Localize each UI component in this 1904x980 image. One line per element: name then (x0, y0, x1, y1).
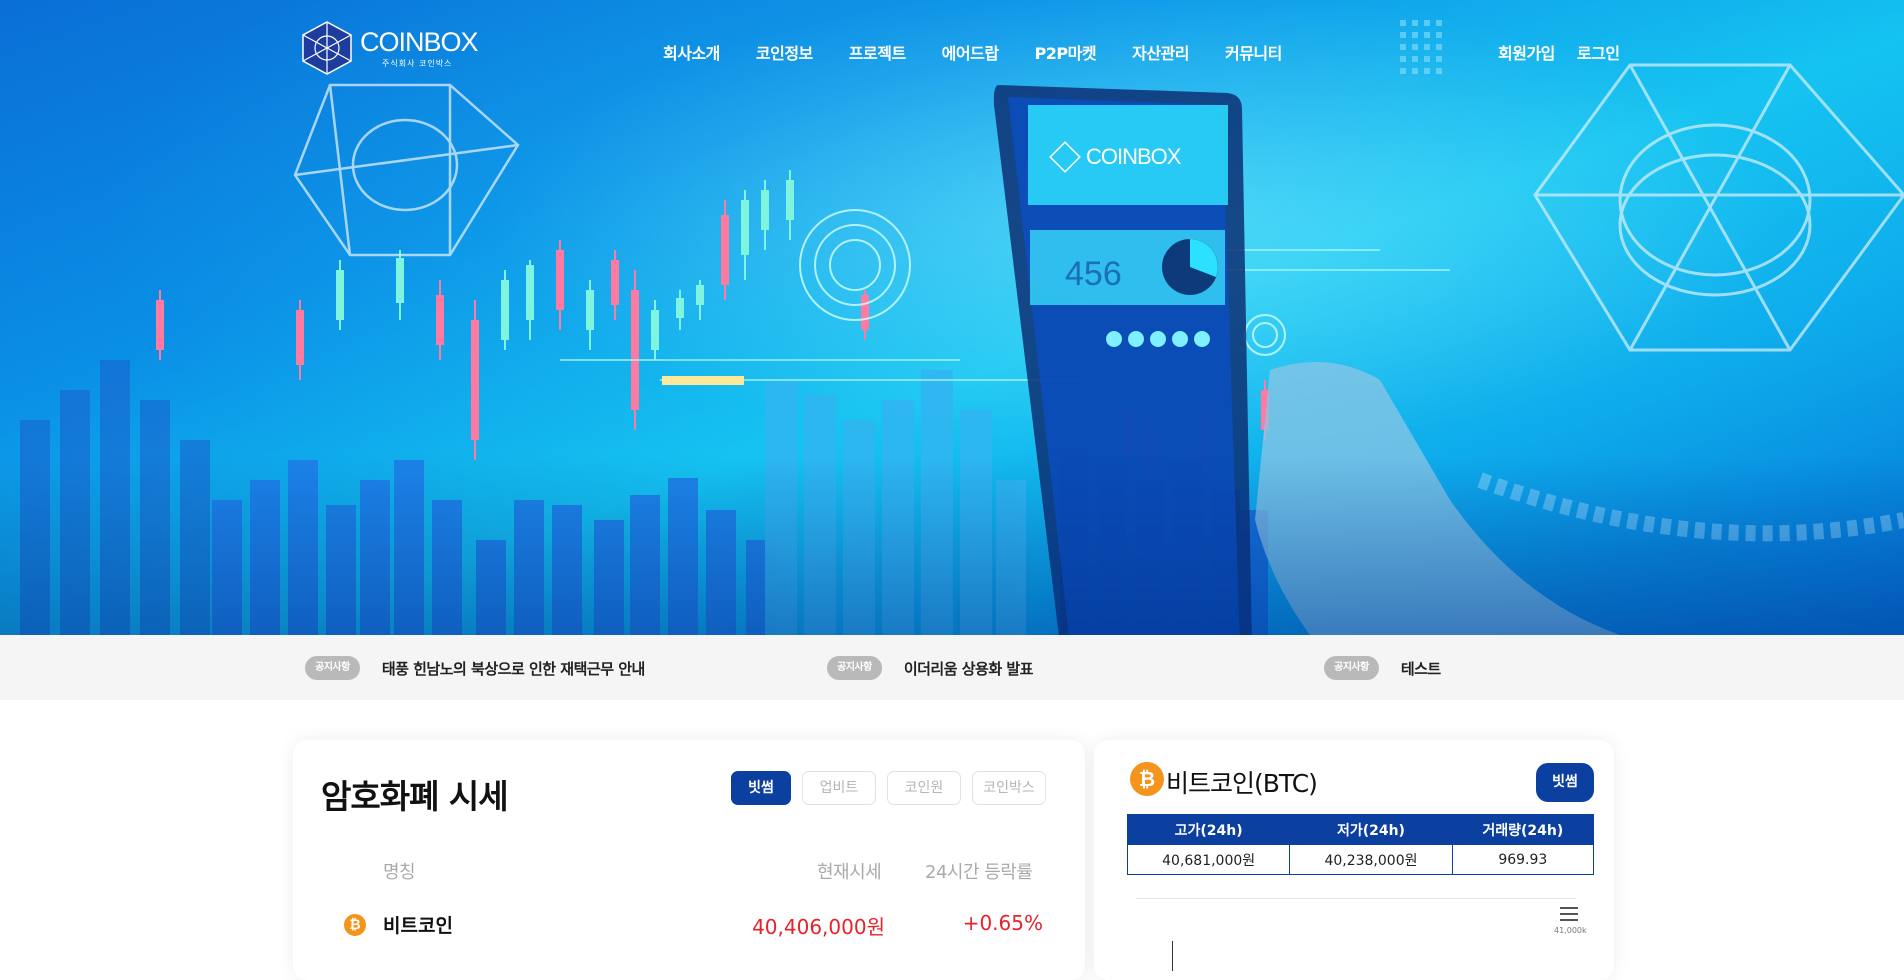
notice-text: 테스트 (1400, 659, 1441, 678)
decorative-cube-left (293, 83, 520, 257)
notice-badge: 공지사항 (827, 656, 882, 680)
phone-screen-brand-text: COINBOX (1086, 144, 1181, 169)
coin-name: 비트코인 (383, 915, 453, 937)
column-header-name: 명칭 (383, 862, 416, 883)
nav-item-coin-info[interactable]: 코인정보 (756, 40, 813, 64)
notice-item[interactable]: 공지사항 태풍 힌남노의 북상으로 인한 재택근무 안내 (305, 656, 645, 680)
notice-text: 이더리움 상용화 발표 (903, 659, 1034, 678)
signup-link[interactable]: 회원가입 (1498, 40, 1555, 64)
notice-text: 태풍 힌남노의 북상으로 인한 재택근무 안내 (381, 659, 646, 678)
coinbox-logo-icon (302, 21, 352, 75)
hero-bottom-shade (0, 455, 1904, 635)
notice-item[interactable]: 공지사항 이더리움 상용화 발표 (827, 656, 1033, 680)
value-low-24h: 40,238,000원 (1289, 844, 1453, 875)
notice-item[interactable]: 공지사항 테스트 (1324, 656, 1441, 680)
btc-stats-value-row: 40,681,000원 40,238,000원 969.93 (1126, 844, 1595, 875)
header-low-24h: 저가(24h) (1289, 814, 1453, 845)
chart-y-tick-label: 41,000k (1554, 926, 1587, 935)
chart-top-border (1136, 898, 1576, 899)
chart-menu-icon[interactable] (1560, 906, 1578, 922)
tab-upbit[interactable]: 업비트 (802, 771, 876, 805)
nav-item-project[interactable]: 프로젝트 (849, 40, 906, 64)
price-panel-title: 암호화폐 시세 (321, 777, 509, 816)
auth-links: 회원가입 로그인 (1498, 40, 1642, 64)
value-volume-24h: 969.93 (1451, 844, 1595, 875)
decorative-cube-right (1533, 63, 1904, 352)
tab-coinbox[interactable]: 코인박스 (972, 771, 1046, 805)
phone-screen-number: 456 (1065, 255, 1122, 293)
logo-name: COINBOX (360, 26, 479, 57)
header-volume-24h: 거래량(24h) (1451, 814, 1595, 845)
btc-detail-panel: ₿ 비트코인(BTC) 빗썸 고가(24h) 저가(24h) 거래량(24h) … (1094, 740, 1614, 980)
notice-badge: 공지사항 (1324, 656, 1379, 680)
login-link[interactable]: 로그인 (1577, 40, 1620, 64)
coinbox-logo[interactable]: COINBOX 주식회사 코인박스 (300, 20, 479, 76)
logo-subtitle: 주식회사 코인박스 (382, 58, 453, 68)
crypto-price-panel: 암호화폐 시세 빗썸 업비트 코인원 코인박스 명칭 현재시세 24시간 등락률… (293, 740, 1085, 980)
tab-coinone[interactable]: 코인원 (887, 771, 961, 805)
header-high-24h: 고가(24h) (1126, 814, 1291, 845)
value-high-24h: 40,681,000원 (1126, 844, 1291, 875)
bitcoin-icon: ₿ (344, 914, 366, 936)
notice-bar: 공지사항 태풍 힌남노의 북상으로 인한 재택근무 안내 공지사항 이더리움 상… (0, 635, 1904, 700)
column-header-price: 현재시세 (817, 862, 882, 883)
nav-item-airdrop[interactable]: 에어드랍 (942, 40, 999, 64)
exchange-tabs: 빗썸 업비트 코인원 코인박스 (731, 771, 1046, 805)
nav-item-company[interactable]: 회사소개 (663, 40, 720, 64)
btc-exchange-button[interactable]: 빗썸 (1536, 763, 1594, 802)
nav-item-community[interactable]: 커뮤니티 (1225, 40, 1282, 64)
top-navigation-bar: COINBOX 주식회사 코인박스 회사소개 코인정보 프로젝트 에어드랍 P2… (0, 0, 1904, 100)
nav-item-p2p-market[interactable]: P2P마켓 (1035, 40, 1097, 64)
chart-axis (1172, 941, 1173, 971)
btc-stats-table: 고가(24h) 저가(24h) 거래량(24h) 40,681,000원 40,… (1126, 814, 1595, 875)
notice-badge: 공지사항 (305, 656, 360, 680)
main-nav: 회사소개 코인정보 프로젝트 에어드랍 P2P마켓 자산관리 커뮤니티 (663, 40, 1318, 64)
btc-panel-title: 비트코인(BTC) (1166, 769, 1318, 798)
phone-screen-brand: COINBOX (1049, 141, 1181, 173)
coin-current-price: 40,406,000원 (752, 915, 885, 939)
coin-price-row[interactable]: ₿ 비트코인 40,406,000원 +0.65% (293, 908, 1085, 948)
bitcoin-icon: ₿ (1130, 762, 1164, 796)
logo-text-block: COINBOX 주식회사 코인박스 (360, 26, 479, 68)
column-header-change: 24시간 등락률 (925, 862, 1033, 883)
tab-bithumb[interactable]: 빗썸 (731, 771, 791, 805)
btc-stats-header-row: 고가(24h) 저가(24h) 거래량(24h) (1126, 814, 1595, 845)
cube-logo-icon (1049, 141, 1081, 173)
coin-24h-change: +0.65% (962, 911, 1043, 935)
nav-item-asset-management[interactable]: 자산관리 (1132, 40, 1189, 64)
